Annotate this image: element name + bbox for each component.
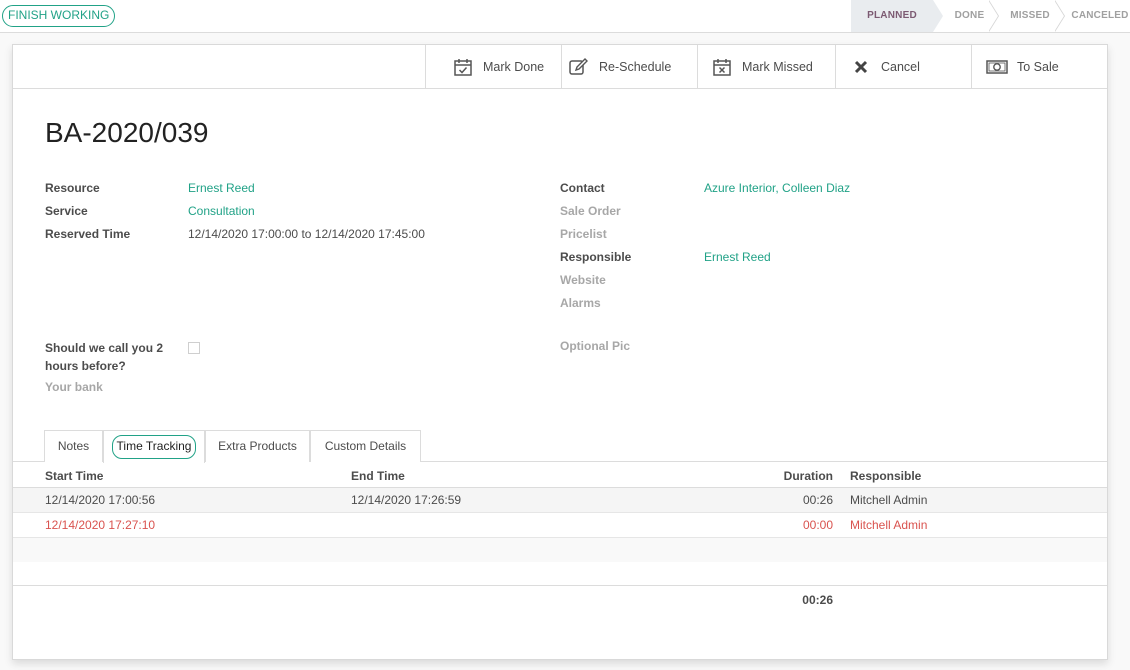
empty-row	[13, 562, 1107, 586]
row-end-time: 12/14/2020 17:26:59	[351, 493, 462, 507]
notebook-tabs: Notes Time Tracking Extra Products Custo…	[13, 430, 1107, 463]
tab-extra-products[interactable]: Extra Products	[205, 430, 310, 462]
table-header: Start Time End Time Duration Responsible	[13, 464, 1107, 488]
row-duration: 00:26	[802, 493, 833, 507]
tab-time-tracking[interactable]: Time Tracking	[103, 430, 205, 463]
website-label: Website	[560, 273, 606, 287]
edit-pencil-icon	[568, 56, 590, 78]
contact-label: Contact	[560, 181, 605, 195]
row-duration: 00:00	[802, 518, 833, 532]
finish-working-button[interactable]: FINISH WORKING	[2, 5, 116, 27]
service-label: Service	[45, 204, 88, 218]
pricelist-label: Pricelist	[560, 227, 607, 241]
mark-missed-button[interactable]: Mark Missed	[697, 45, 835, 88]
service-value[interactable]: Consultation	[188, 204, 255, 218]
form-sheet: Mark Done Re-Schedule Mark Missed Cancel…	[12, 44, 1108, 660]
optional-pic-label: Optional Pic	[560, 339, 631, 353]
calendar-check-icon	[452, 56, 474, 78]
empty-row	[13, 538, 1107, 562]
stage-canceled[interactable]: CANCELED	[1054, 0, 1130, 32]
smart-button-box: Mark Done Re-Schedule Mark Missed Cancel…	[13, 45, 1107, 89]
resource-label: Resource	[45, 181, 100, 195]
your-bank-label: Your bank	[45, 380, 103, 394]
cancel-label: Cancel	[881, 59, 920, 74]
call-before-label-line2: hours before?	[45, 359, 126, 373]
status-bar: FINISH WORKING PLANNED DONE MISSED CANCE…	[0, 0, 1130, 33]
alarms-label: Alarms	[560, 296, 601, 310]
table-row[interactable]: 12/14/2020 17:00:56 12/14/2020 17:26:59 …	[13, 488, 1107, 513]
to-sale-button[interactable]: To Sale	[971, 45, 1107, 88]
calendar-times-icon	[711, 56, 733, 78]
mark-done-label: Mark Done	[483, 59, 545, 74]
mark-missed-label: Mark Missed	[742, 59, 813, 74]
call-before-label-line1: Should we call you 2	[45, 341, 164, 355]
reserved-time-label: Reserved Time	[45, 227, 131, 241]
column-responsible[interactable]: Responsible	[850, 464, 921, 488]
total-duration: 00:26	[802, 593, 833, 607]
table-row[interactable]: 12/14/2020 17:27:10 00:00 Mitchell Admin	[13, 513, 1107, 538]
row-start-time: 12/14/2020 17:00:56	[45, 493, 156, 507]
to-sale-label: To Sale	[1017, 59, 1059, 74]
stage-planned[interactable]: PLANNED	[851, 0, 943, 32]
row-responsible: Mitchell Admin	[850, 493, 928, 507]
call-before-label: Should we call you 2 hours before?	[45, 339, 163, 375]
tab-notes[interactable]: Notes	[44, 430, 103, 462]
column-start-time[interactable]: Start Time	[45, 464, 103, 488]
money-bill-icon	[986, 56, 1008, 78]
close-icon	[850, 56, 872, 78]
reschedule-button[interactable]: Re-Schedule	[561, 45, 697, 88]
reschedule-label: Re-Schedule	[599, 59, 672, 74]
responsible-value[interactable]: Ernest Reed	[704, 250, 771, 264]
stage-pipeline: PLANNED DONE MISSED CANCELED	[851, 0, 1130, 32]
mark-done-button[interactable]: Mark Done	[425, 45, 561, 88]
column-end-time[interactable]: End Time	[351, 464, 405, 488]
tab-time-tracking-label: Time Tracking	[111, 435, 197, 459]
resource-value[interactable]: Ernest Reed	[188, 181, 255, 195]
row-start-time: 12/14/2020 17:27:10	[45, 518, 156, 532]
column-duration[interactable]: Duration	[713, 464, 833, 488]
responsible-label: Responsible	[560, 250, 632, 264]
call-before-checkbox[interactable]	[188, 342, 200, 354]
contact-value[interactable]: Azure Interior, Colleen Diaz	[704, 181, 850, 195]
record-title: BA-2020/039	[45, 117, 209, 148]
reserved-time-value[interactable]: 12/14/2020 17:00:00 to 12/14/2020 17:45:…	[188, 227, 425, 241]
row-responsible: Mitchell Admin	[850, 518, 928, 532]
sale-order-label: Sale Order	[560, 204, 621, 218]
tab-custom-details[interactable]: Custom Details	[310, 430, 421, 462]
cancel-button[interactable]: Cancel	[835, 45, 971, 88]
